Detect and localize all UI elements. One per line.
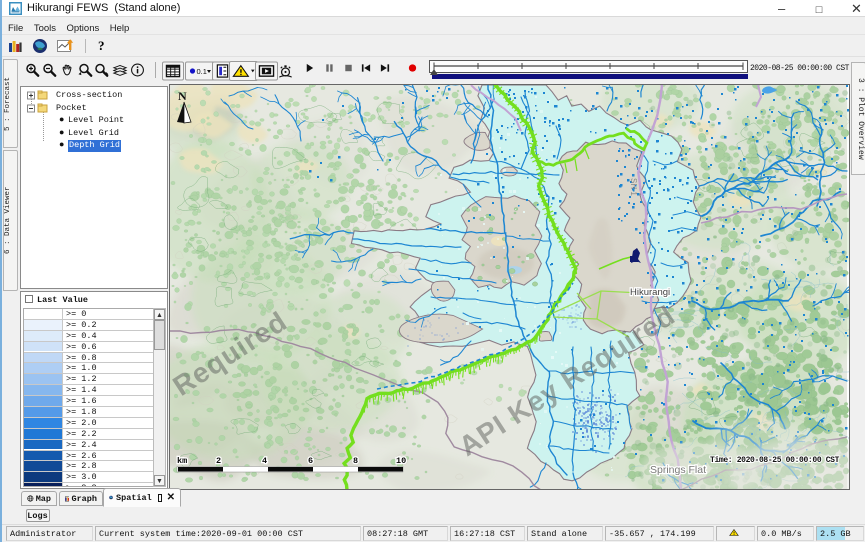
svg-text:10: 10	[396, 456, 406, 466]
svg-text:2: 2	[216, 456, 221, 466]
svg-text:8: 8	[353, 456, 358, 466]
svg-text:Time: 2020-08-25 00:00:00 CST: Time: 2020-08-25 00:00:00 CST	[710, 456, 840, 465]
svg-text:Hikurangi: Hikurangi	[630, 287, 670, 298]
svg-text:4: 4	[262, 456, 267, 466]
svg-text:N: N	[178, 89, 187, 103]
svg-text:km: km	[177, 456, 187, 466]
svg-text:SH 1: SH 1	[629, 178, 638, 196]
svg-text:Springs Flat: Springs Flat	[650, 464, 706, 476]
svg-text:6: 6	[308, 456, 313, 466]
svg-text:0.1: 0.1	[197, 67, 207, 76]
